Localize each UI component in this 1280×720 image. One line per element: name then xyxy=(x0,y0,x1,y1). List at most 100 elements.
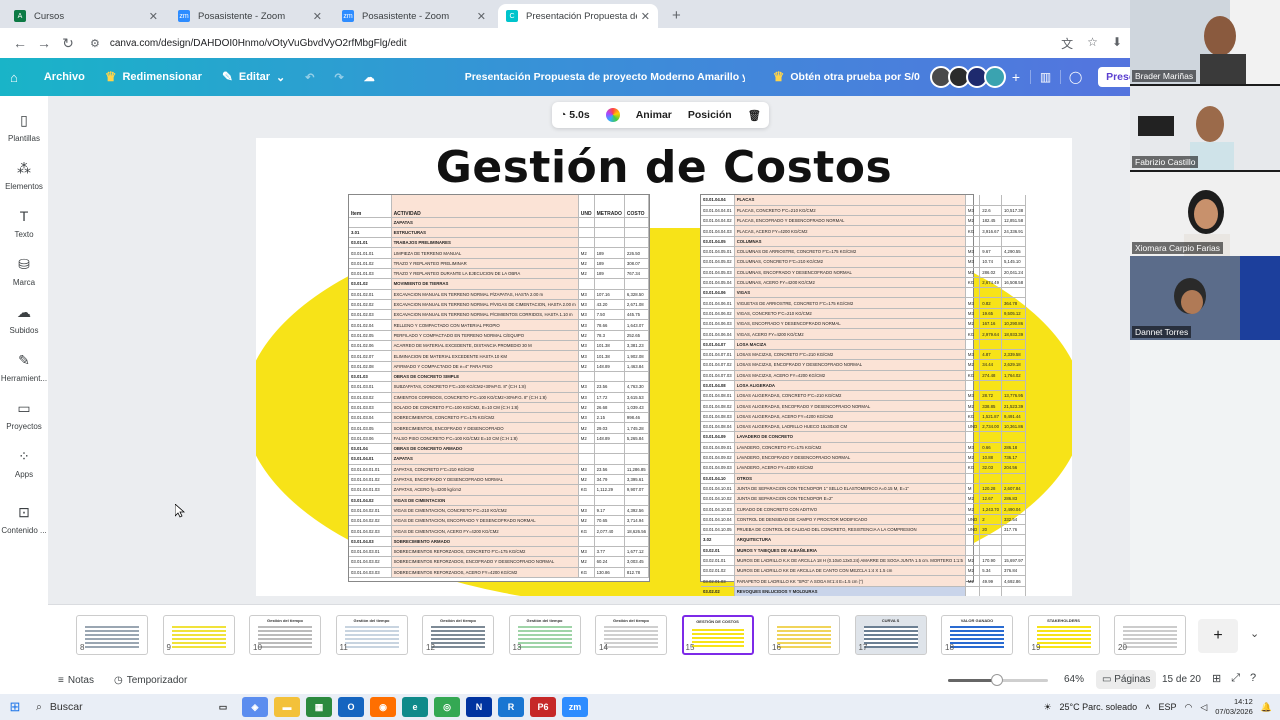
revit-icon[interactable]: R xyxy=(498,697,524,717)
color-picker-icon[interactable] xyxy=(605,108,620,122)
url-field[interactable]: ⚙ canva.com/design/DAHDOI0Hnmo/vOtyVuGbv… xyxy=(90,37,1061,50)
undo-icon[interactable]: ↶ xyxy=(295,71,324,84)
add-page-button[interactable]: + xyxy=(1198,619,1238,653)
table-cell-unit: KG xyxy=(578,525,595,537)
sidebar-item-plantillas[interactable]: ▯ Plantillas xyxy=(0,112,48,143)
taskbar-search[interactable]: ⌕ Buscar xyxy=(30,697,210,717)
wifi-icon[interactable]: ◠ xyxy=(1184,702,1192,713)
participant-video[interactable]: Xiomara Carpio Farias xyxy=(1130,172,1280,256)
page-thumbnail[interactable] xyxy=(76,615,148,655)
navisworks-icon[interactable]: N xyxy=(466,697,492,717)
sidebar-item-contenido[interactable]: ⊡ Contenido ... xyxy=(0,504,48,535)
weather-text[interactable]: 25°C Parc. soleado xyxy=(1060,702,1138,712)
position-button[interactable]: Posición xyxy=(688,109,732,121)
table-cell-quantity xyxy=(594,495,625,506)
table-row: 03.01.04.03.03 SOBRECIMIENTOS REFORZADOS,… xyxy=(349,567,650,578)
file-explorer-icon[interactable]: ▬ xyxy=(274,697,300,717)
document-title[interactable]: Presentación Propuesta de proyecto Moder… xyxy=(465,71,745,83)
participant-video[interactable]: Dannet Torres xyxy=(1130,256,1280,340)
browser-tab[interactable]: A Cursos ✕ xyxy=(6,4,166,28)
analytics-icon[interactable]: ▥ xyxy=(1030,70,1060,84)
pages-button[interactable]: ▭ Páginas xyxy=(1096,670,1157,689)
redo-icon[interactable]: ↷ xyxy=(324,71,353,84)
translate-icon[interactable]: 文 xyxy=(1061,35,1073,52)
browser-tab[interactable]: zm Posasistente - Zoom ✕ xyxy=(334,4,494,28)
table-cell-quantity: 3.77 xyxy=(594,546,625,558)
table-row: 03.01.04.06.04 VIGAS, ACERO FY=4200 KG/CM… xyxy=(701,328,1027,340)
table-row: 03.01.03.03 SOLADO DE CONCRETO F'C=100 KG… xyxy=(349,402,650,414)
firefox-icon[interactable]: ◉ xyxy=(370,697,396,717)
browser-tab[interactable]: zm Posasistente - Zoom ✕ xyxy=(170,4,330,28)
forward-icon[interactable]: → xyxy=(32,35,56,51)
participant-video[interactable]: Fabrizio Castillo xyxy=(1130,86,1280,170)
close-icon[interactable]: ✕ xyxy=(149,10,158,23)
add-collaborator-icon[interactable]: + xyxy=(1012,69,1020,85)
table-row: 03.01.02 MOVIMIENTO DE TIERRAS xyxy=(349,278,650,290)
cost-table-right[interactable]: 03.01.04.04 PLACAS 03.01.04.04.01 PLACAS, C… xyxy=(700,194,1027,596)
trial-button[interactable]: ♛ Obtén otra prueba por S/0 xyxy=(773,69,920,85)
chrome-icon[interactable]: ◎ xyxy=(434,697,460,717)
slide-canvas[interactable]: Gestión de Costos Item ACTIVIDAD UND METRAD… xyxy=(256,138,1072,596)
sidebar-item-texto[interactable]: T Texto xyxy=(0,208,48,239)
browser-tab-active[interactable]: C Presentación Propuesta de proy ✕ xyxy=(498,4,658,28)
sidebar-item-herramientas[interactable]: ✎ Herramient... xyxy=(0,352,48,383)
archivo-menu[interactable]: Archivo xyxy=(34,71,95,83)
download-icon[interactable]: ⬇ xyxy=(1112,35,1122,52)
sidebar-item-marca[interactable]: ⛁ Marca xyxy=(0,256,48,287)
notes-button[interactable]: ≡ Notas xyxy=(58,675,94,686)
slide-title[interactable]: Gestión de Costos xyxy=(256,142,1072,193)
close-icon[interactable]: ✕ xyxy=(477,10,486,23)
bookmark-star-icon[interactable]: ☆ xyxy=(1087,35,1098,52)
comment-icon[interactable]: ◯ xyxy=(1060,70,1090,84)
chevron-up-icon[interactable]: ˄ xyxy=(1145,702,1150,712)
page-thumbnail[interactable] xyxy=(162,615,235,655)
primavera-icon[interactable]: P6 xyxy=(530,697,556,717)
avatar[interactable] xyxy=(983,66,1006,88)
language-indicator[interactable]: ESP xyxy=(1158,702,1176,712)
store-icon[interactable]: ▦ xyxy=(306,697,332,717)
timer-button[interactable]: ◷ Temporizador xyxy=(114,675,187,686)
back-icon[interactable]: ← xyxy=(8,35,32,51)
cloud-save-icon[interactable]: ☁ xyxy=(354,71,385,84)
sidebar-item-proyectos[interactable]: ▭ Proyectos xyxy=(0,400,48,431)
table-cell-item: 03.01.04.01 xyxy=(349,453,392,465)
site-info-icon[interactable]: ⚙ xyxy=(90,37,100,50)
collaborator-avatars[interactable] xyxy=(929,66,1006,88)
help-icon[interactable]: ? xyxy=(1250,672,1256,685)
animate-button[interactable]: Animar xyxy=(636,109,672,121)
sidebar-item-subidos[interactable]: ☁ Subidos xyxy=(0,304,48,335)
volume-icon[interactable]: ◁ xyxy=(1200,702,1207,713)
grid-view-icon[interactable]: ⊞ xyxy=(1212,672,1221,685)
zoom-icon[interactable]: zm xyxy=(562,697,588,717)
trash-icon[interactable]: 🗑 xyxy=(748,109,761,122)
table-cell-cost: 376.84 xyxy=(1001,565,1027,577)
outlook-icon[interactable]: O xyxy=(338,697,364,717)
copilot-icon[interactable]: ◈ xyxy=(242,697,268,717)
zoom-slider-handle[interactable] xyxy=(991,674,1004,686)
resize-button[interactable]: ♛ Redimensionar xyxy=(95,69,212,85)
task-view-icon[interactable]: ▭ xyxy=(210,697,236,717)
participant-video[interactable]: Brader Mariñas xyxy=(1130,0,1280,84)
zoom-level[interactable]: 64% xyxy=(1064,674,1084,685)
fullscreen-icon[interactable]: ⤢ xyxy=(1231,672,1240,685)
edit-menu[interactable]: ✎ Editar ⌄ xyxy=(212,69,295,85)
reload-icon[interactable]: ↻ xyxy=(56,35,80,52)
sidebar-item-apps[interactable]: ⁘ Apps xyxy=(0,448,48,479)
home-button[interactable]: ⌂ xyxy=(0,70,34,85)
zoom-slider[interactable] xyxy=(948,674,1048,686)
templates-icon: ▯ xyxy=(20,112,28,128)
table-row: 03.01.02.06 ACARREO DE MATERIAL EXCEDENTE… xyxy=(349,340,650,352)
sidebar-item-elementos[interactable]: ⁂ Elementos xyxy=(0,160,48,191)
notification-icon[interactable]: 🔔 xyxy=(1261,702,1272,713)
close-icon[interactable]: ✕ xyxy=(641,10,650,23)
table-cell-activity: ARQUITECTURA xyxy=(734,534,966,546)
edge-icon[interactable]: e xyxy=(402,697,428,717)
windows-start-icon[interactable]: ⊞ xyxy=(0,699,30,715)
close-icon[interactable]: ✕ xyxy=(313,10,322,23)
system-clock[interactable]: 14:12 07/03/2026 xyxy=(1215,697,1253,717)
chevron-down-icon[interactable]: ⌄ xyxy=(1250,627,1259,640)
table-cell-quantity: 9.17 xyxy=(594,505,625,517)
new-tab-button[interactable]: + xyxy=(666,4,687,28)
duration-button[interactable]: ◔ 5.0s xyxy=(560,109,590,121)
cost-table-left[interactable]: Item ACTIVIDAD UND METRADO COSTO ZAPATAS 3.01 E… xyxy=(348,194,650,582)
